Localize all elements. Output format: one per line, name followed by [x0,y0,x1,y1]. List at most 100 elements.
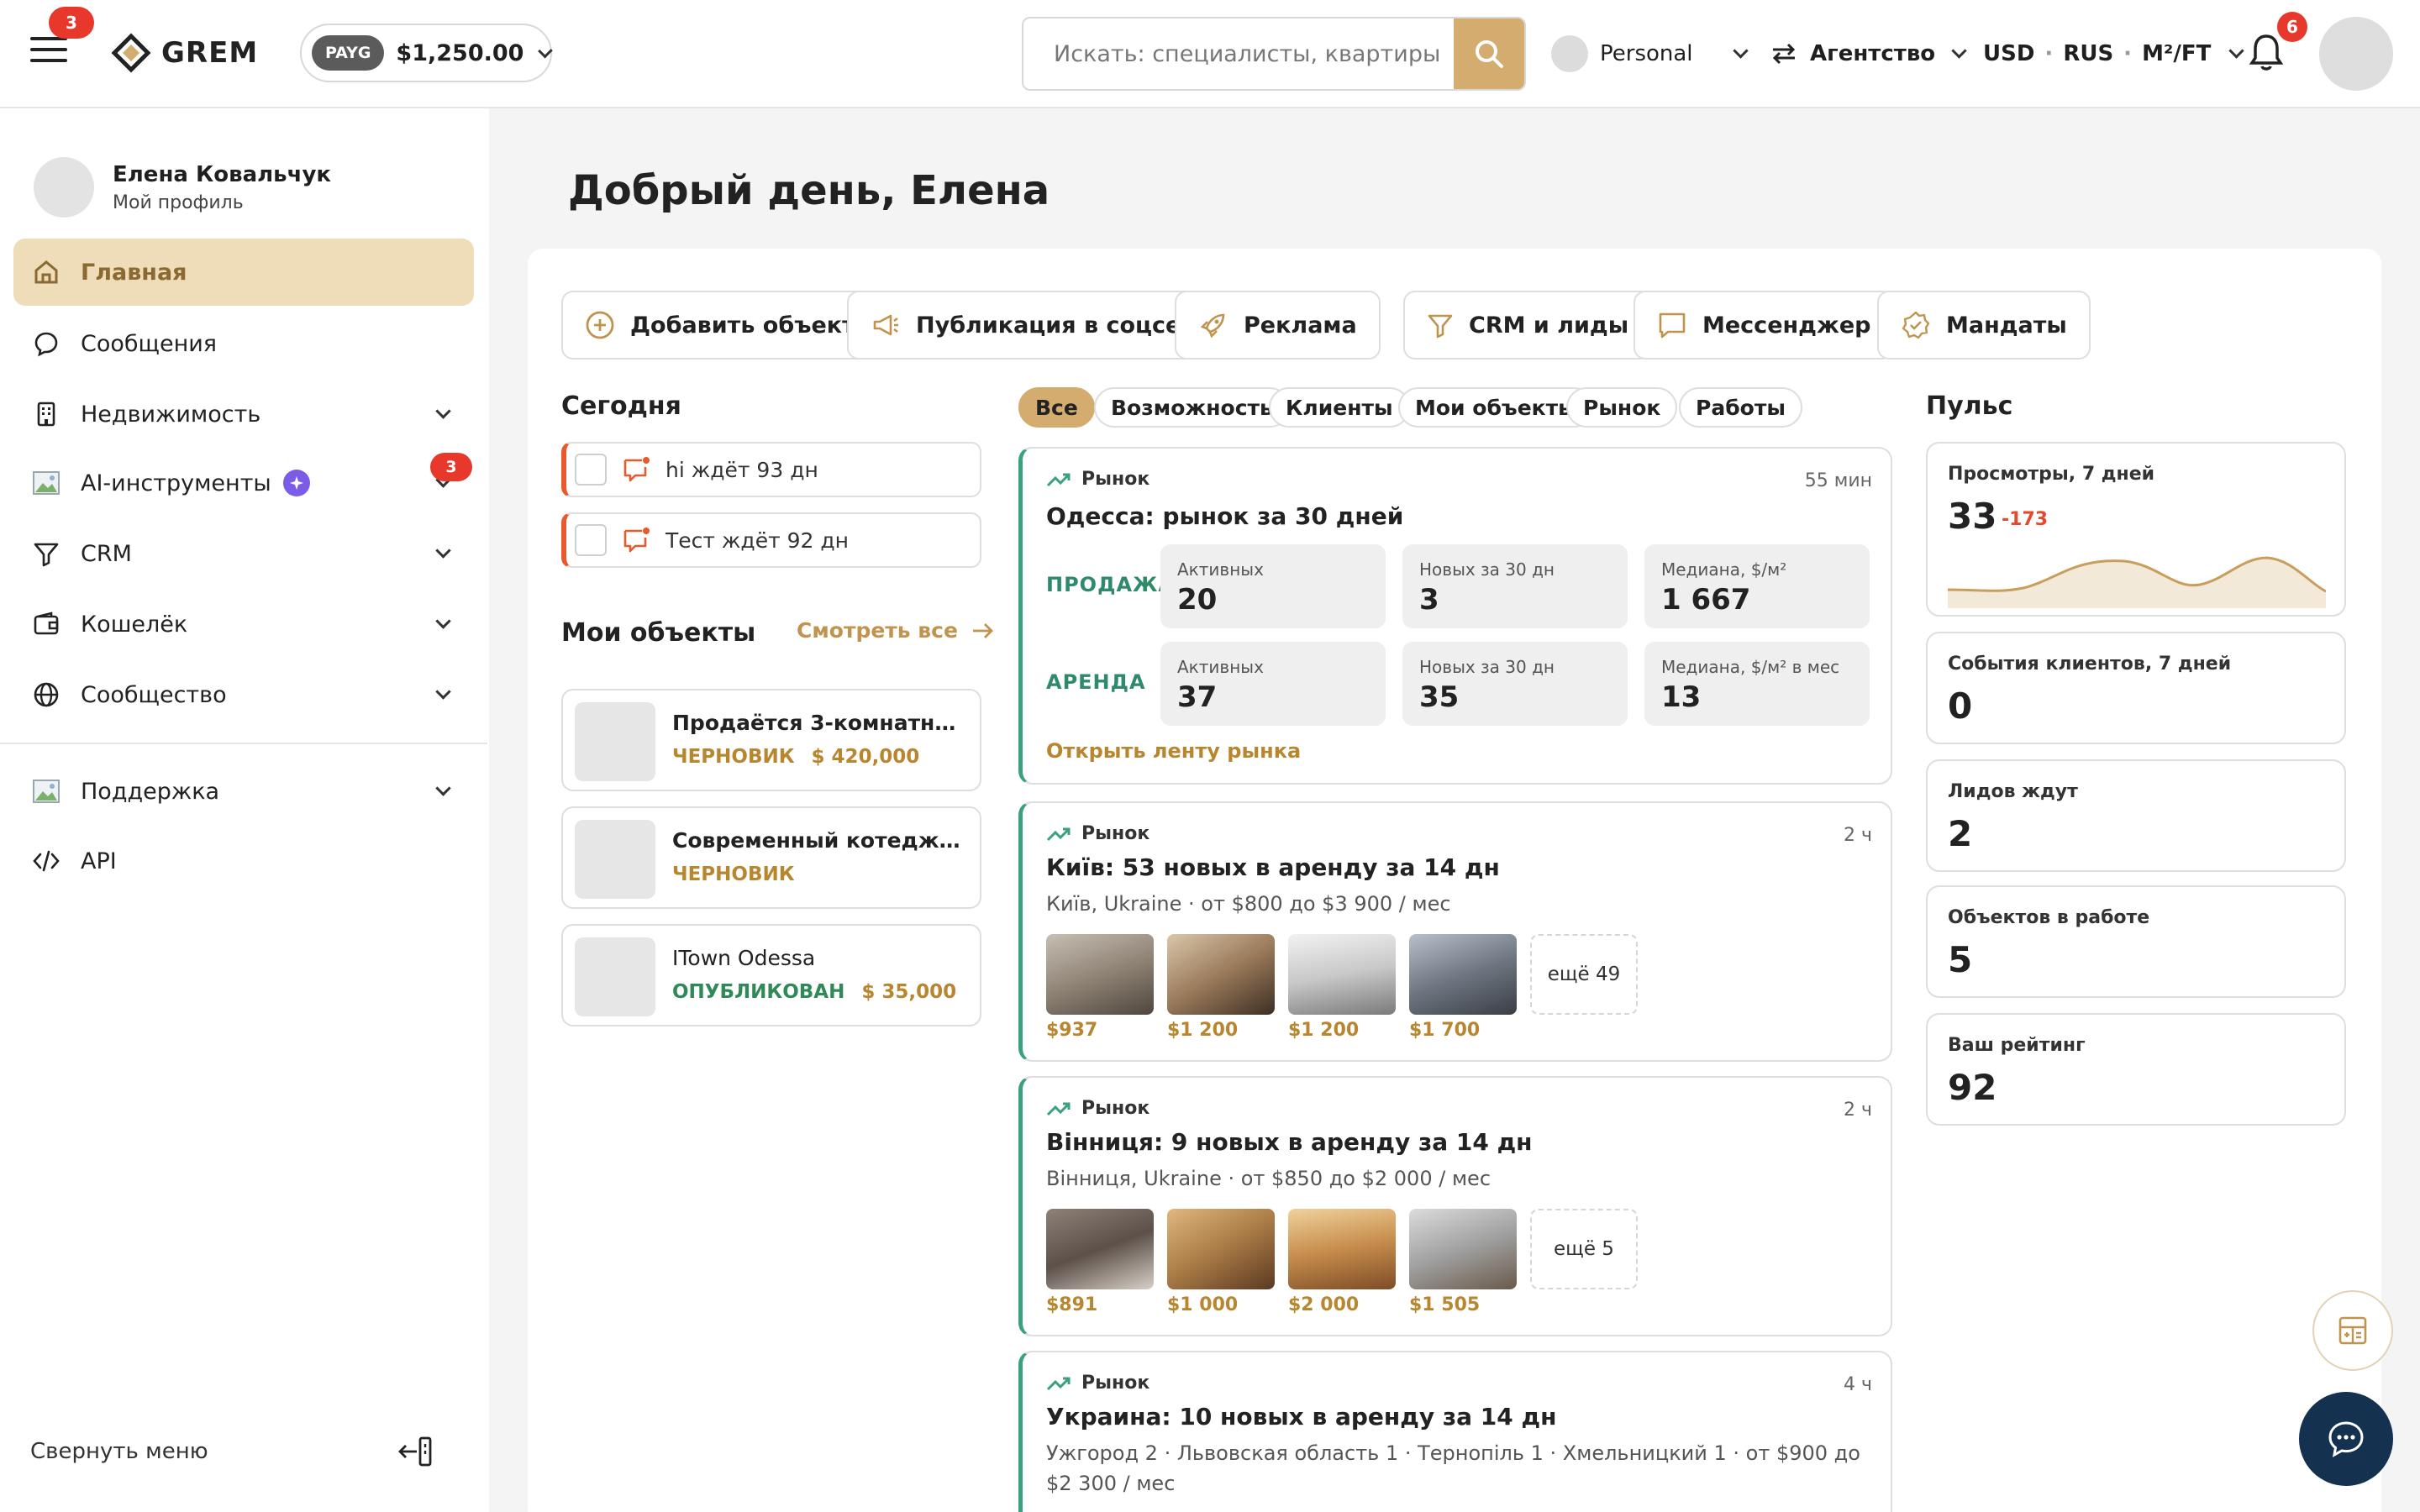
profile-name: Елена Ковальчук [113,161,332,187]
see-all-link[interactable]: Смотреть все [797,618,995,643]
main-area: Добрый день, Елена Добавить объект Публи… [489,108,2420,1512]
plus-circle-icon [586,311,614,339]
metric-box: Медиана, $/м² 1 667 [1644,544,1870,628]
filter-clients[interactable]: Клиенты [1269,387,1410,428]
calculator-button[interactable] [2312,1290,2393,1371]
badge-check-icon [1902,311,1930,339]
advertising-button[interactable]: Реклама [1175,291,1381,360]
listing-photo[interactable] [1167,1209,1275,1289]
sidebar-item-ai-tools[interactable]: AI-инструменты [13,449,474,517]
listing-photo[interactable] [1409,934,1517,1015]
logo[interactable]: GREM [111,30,258,76]
sidebar-item-api[interactable]: API [13,827,474,895]
mandates-button[interactable]: Мандаты [1877,291,2091,360]
avatar [34,157,94,218]
crm-leads-button[interactable]: CRM и лиды [1403,291,1653,360]
filter-market[interactable]: Рынок [1566,387,1678,428]
user-avatar[interactable] [2319,17,2393,91]
feed-card-market-summary[interactable]: Рынок 55 мин Одесса: рынок за 30 дней ПР… [1018,447,1892,785]
filter-all[interactable]: Все [1018,387,1095,428]
feed-card-listing[interactable]: Рынок 2 ч Київ: 53 новых в аренду за 14 … [1018,801,1892,1062]
open-market-feed-link[interactable]: Открыть ленту рынка [1046,739,1301,763]
object-price: $ 35,000 [861,981,957,1003]
feed-subtitle: Київ, Ukraine · от $800 до $3 900 / мес [1046,892,1451,916]
listing-photo[interactable] [1167,934,1275,1015]
language-label: RUS [2063,41,2114,66]
feed-time: 4 ч [1844,1374,1872,1395]
sparkle-icon [282,470,310,496]
more-photos-button[interactable]: ещё 49 [1530,934,1638,1015]
feed-card-listing[interactable]: Рынок 4 ч Украина: 10 новых в аренду за … [1018,1351,1892,1512]
chat-icon [32,329,60,358]
task-item[interactable]: hi ждёт 93 дн [561,442,981,497]
chat-support-button[interactable] [2299,1392,2393,1486]
chevron-down-icon [435,684,451,700]
search-input[interactable] [1023,18,1454,89]
task-checkbox[interactable] [575,524,607,556]
pulse-card-views[interactable]: Просмотры, 7 дней 33 -173 [1926,442,2346,617]
search-button[interactable] [1454,18,1524,89]
feed-subtitle: Ужгород 2 · Львовская область 1 · Терноп… [1046,1441,1860,1495]
feed-title: Київ: 53 новых в аренду за 14 дн [1046,853,1500,881]
swap-icon [1772,43,1796,65]
sidebar-item-messages[interactable]: Сообщения [13,310,474,377]
sidebar-item-real-estate[interactable]: Недвижимость [13,381,474,448]
more-photos-button[interactable]: ещё 5 [1530,1209,1638,1289]
notifications-badge: 6 [2277,12,2307,42]
filter-jobs[interactable]: Работы [1679,387,1802,428]
trend-icon [1046,827,1071,841]
task-checkbox[interactable] [575,454,607,486]
object-card[interactable]: Продаётся 3-комнатная кв... ЧЕРНОВИК $ 4… [561,689,981,791]
sidebar: Елена Ковальчук Мой профиль Главная Сооб… [0,108,487,1512]
pulse-card-rating[interactable]: Ваш рейтинг 92 [1926,1013,2346,1126]
pulse-value: 0 [1948,685,1973,727]
filter-my-objects[interactable]: Мои объекты [1398,387,1594,428]
task-label: hi ждёт 93 дн [666,457,818,482]
object-card[interactable]: Современный котеджный к... ЧЕРНОВИК [561,806,981,909]
dashboard-card: Добавить объект Публикация в соцсети Рек… [528,249,2381,1512]
pulse-value: 5 [1948,939,1973,980]
logo-text: GREM [161,36,259,70]
pulse-title: Пульс [1926,391,2013,421]
metric-box: Новых за 30 дн 3 [1402,544,1628,628]
menu-icon[interactable] [30,37,67,71]
balance-selector[interactable]: PAYG $1,250.00 [300,24,553,82]
account-switcher[interactable]: Personal [1551,30,1749,77]
listing-photo[interactable] [1288,1209,1396,1289]
pulse-card-objects-in-work[interactable]: Объектов в работе 5 [1926,885,2346,998]
sidebar-item-support[interactable]: Поддержка [13,758,474,825]
filter-opportunity[interactable]: Возможность [1094,387,1290,428]
listing-photo[interactable] [1288,934,1396,1015]
pulse-card-client-events[interactable]: События клиентов, 7 дней 0 [1926,632,2346,744]
messenger-button[interactable]: Мессенджер [1634,291,1895,360]
sidebar-item-label: Недвижимость [81,401,261,428]
search-box [1022,17,1526,91]
chat-alert-icon [623,528,650,553]
sidebar-item-home[interactable]: Главная [13,239,474,306]
metric-box: Новых за 30 дн 35 [1402,642,1628,726]
chevron-down-icon [435,543,451,559]
object-title: Продаётся 3-комнатная кв... [672,711,966,735]
feed-time: 2 ч [1844,825,1872,846]
collapse-menu-button[interactable]: Свернуть меню [30,1436,434,1467]
feed-card-listing[interactable]: Рынок 2 ч Вінниця: 9 новых в аренду за 1… [1018,1076,1892,1336]
role-switcher[interactable]: Агентство [1770,30,1967,77]
locale-switcher[interactable]: USD · RUS · M²/FT [1983,30,2245,77]
listing-photo[interactable] [1046,934,1154,1015]
sidebar-item-crm[interactable]: CRM [13,520,474,587]
currency-label: USD [1983,41,2035,66]
trend-icon [1046,1377,1071,1390]
add-object-button[interactable]: Добавить объект [561,291,879,360]
balance-amount: $1,250.00 [396,39,524,66]
sidebar-item-wallet[interactable]: Кошелёк [13,591,474,658]
sidebar-item-community[interactable]: Сообщество [13,661,474,728]
profile-link[interactable]: Елена Ковальчук Мой профиль [34,157,331,218]
object-card[interactable]: ITown Odessa ОПУБЛИКОВАН $ 35,000 [561,924,981,1026]
page-title: Добрый день, Елена [568,167,1050,214]
listing-photo[interactable] [1046,1209,1154,1289]
message-icon [1659,312,1686,339]
pulse-card-leads-waiting[interactable]: Лидов ждут 2 [1926,759,2346,872]
listing-photo[interactable] [1409,1209,1517,1289]
metric-box: Активных 37 [1160,642,1386,726]
task-item[interactable]: Тест ждёт 92 дн [561,512,981,568]
